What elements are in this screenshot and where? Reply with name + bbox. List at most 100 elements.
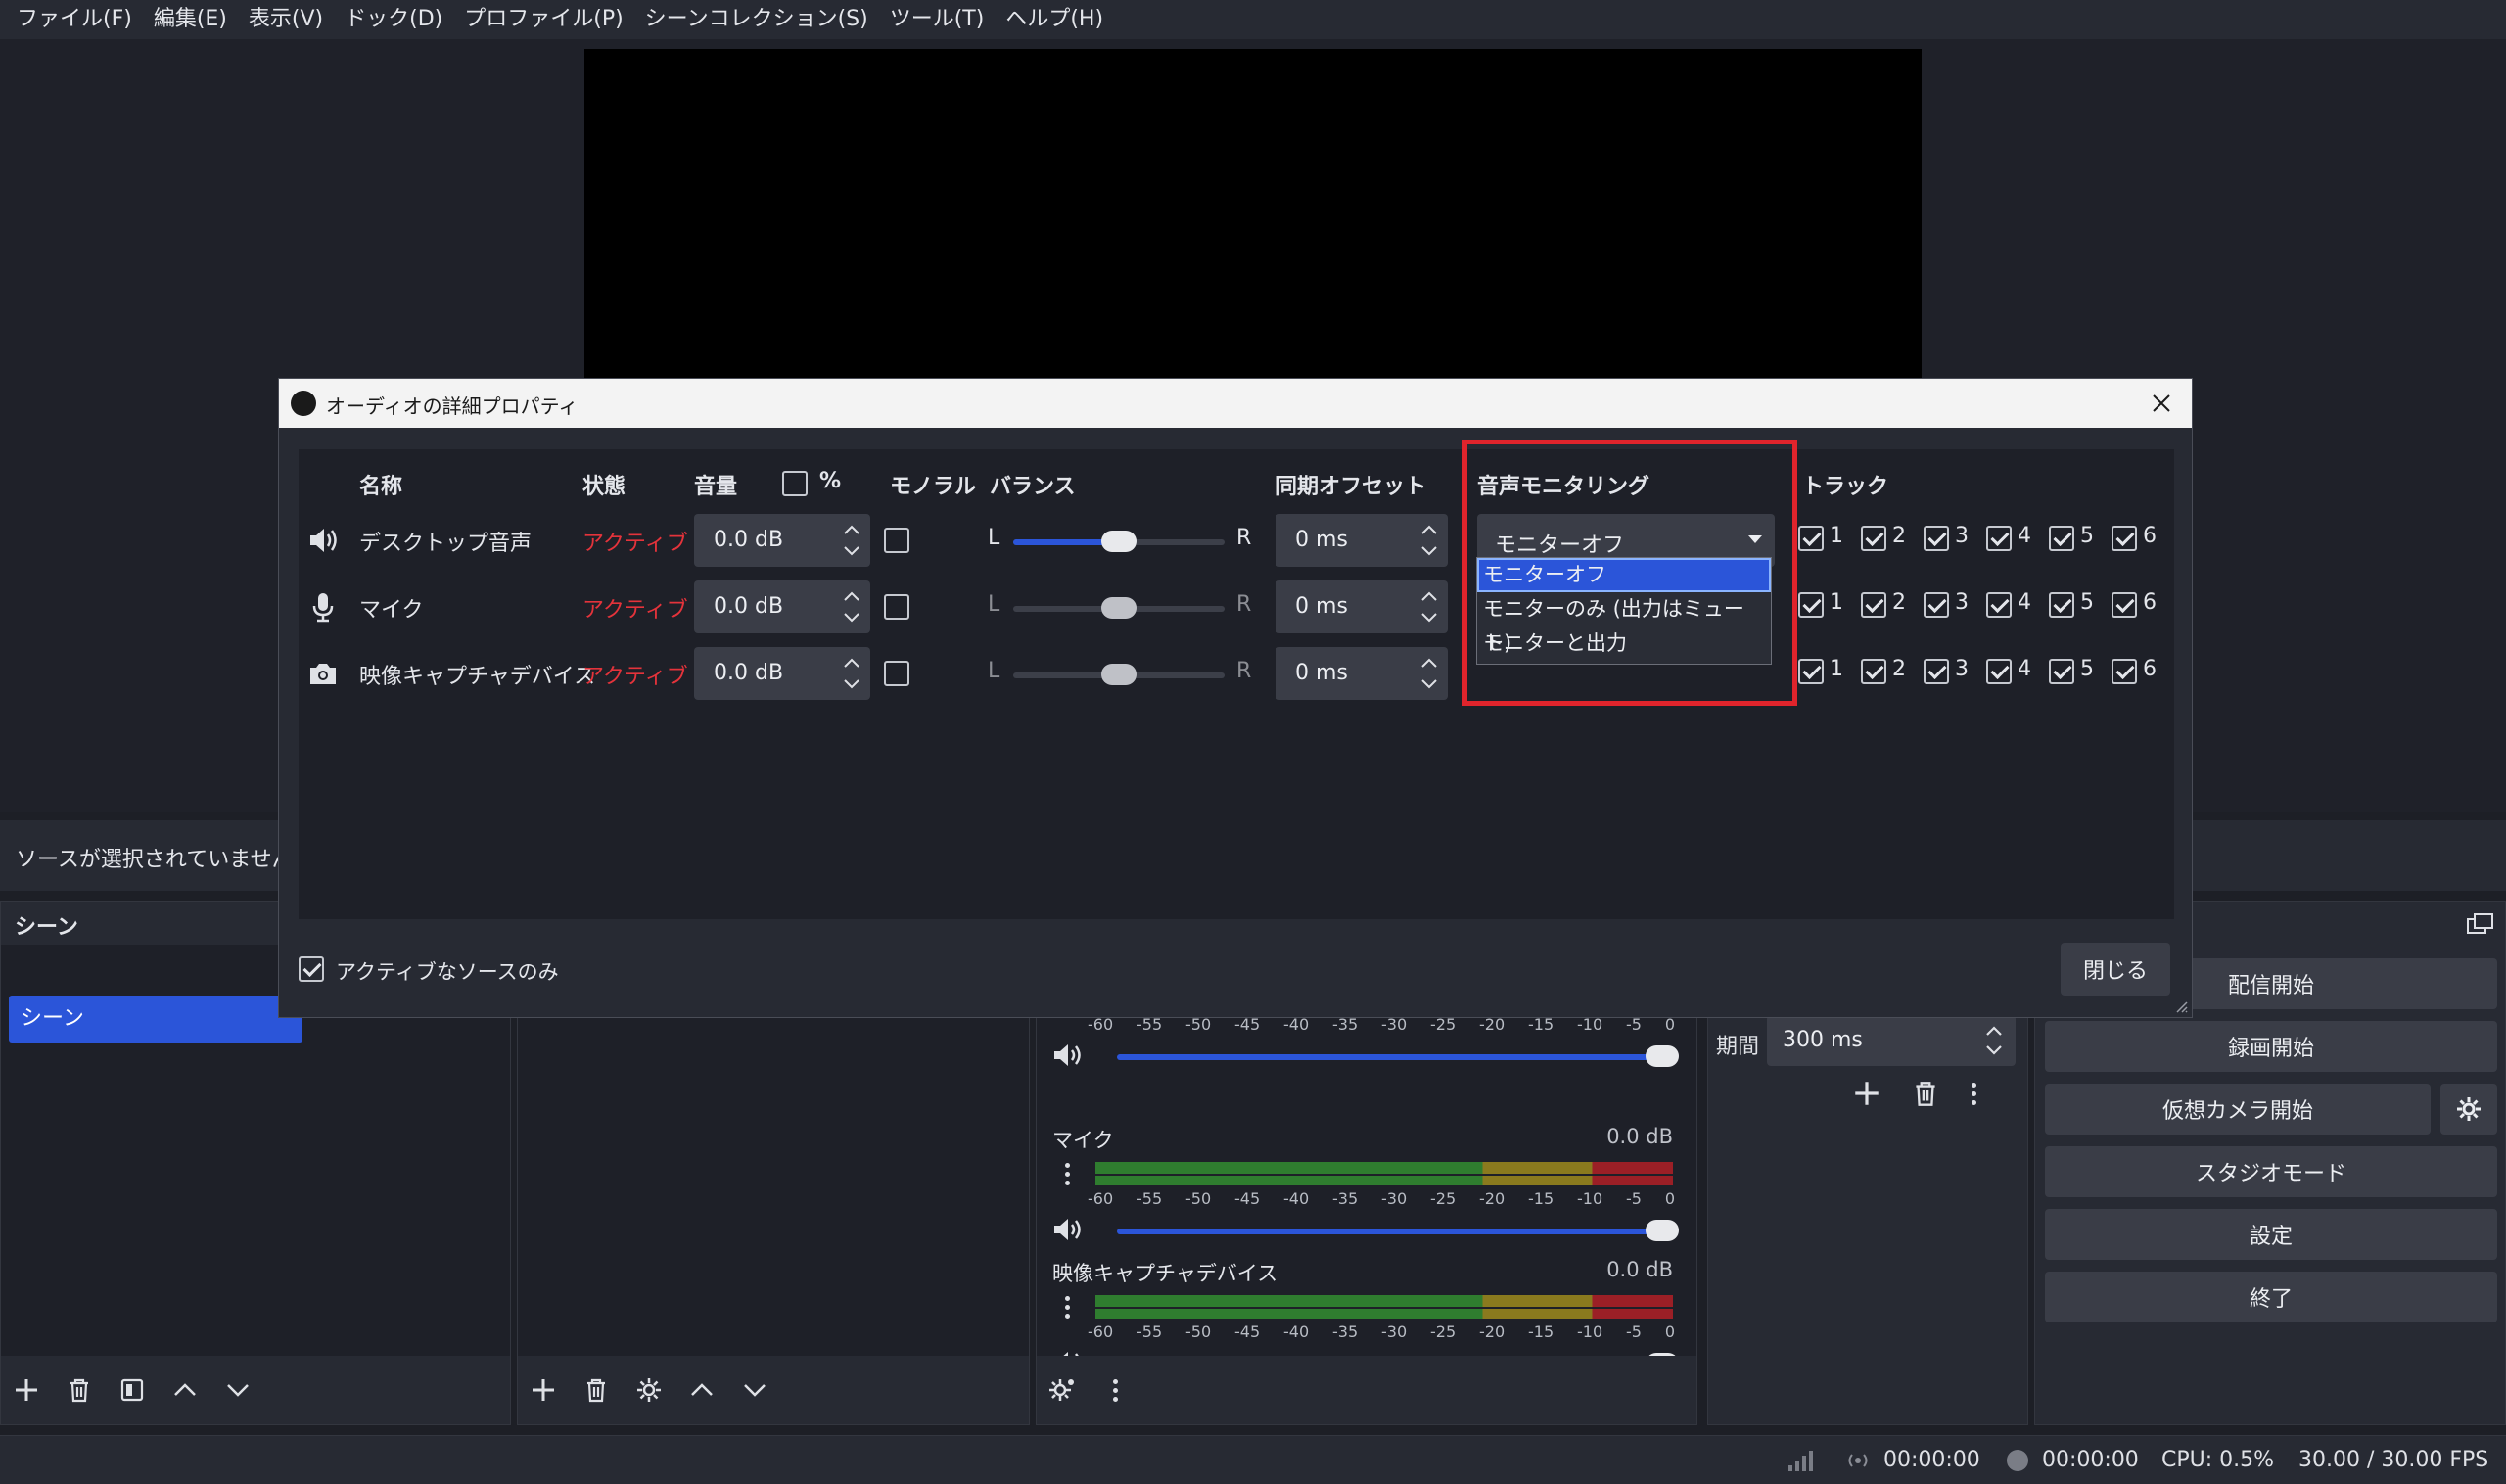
balance-slider[interactable]	[1013, 597, 1225, 619]
spinner-arrows-icon[interactable]	[841, 651, 862, 696]
track-checkbox[interactable]	[1986, 592, 2012, 618]
channel-menu-icon[interactable]	[1052, 1289, 1082, 1324]
close-button[interactable]: 閉じる	[2061, 943, 2170, 996]
audio-properties-table: 名称 状態 音量 % モノラル バランス 同期オフセット 音声モニタリング トラ…	[299, 449, 2174, 919]
track-checkbox[interactable]	[1798, 659, 1824, 684]
track-checkbox[interactable]	[2049, 659, 2074, 684]
virtual-camera-settings-button[interactable]	[2440, 1084, 2497, 1135]
fader-handle[interactable]	[1646, 1045, 1679, 1067]
track-number: 4	[2018, 657, 2031, 681]
menu-view[interactable]: 表示(V)	[238, 0, 334, 39]
track-checkbox[interactable]	[1798, 592, 1824, 618]
scene-filter-button[interactable]	[116, 1374, 148, 1406]
mono-checkbox[interactable]	[884, 528, 909, 553]
speaker-icon[interactable]	[1050, 1215, 1084, 1244]
volume-input[interactable]: 0.0 dB	[694, 580, 870, 633]
menu-file[interactable]: ファイル(F)	[6, 0, 143, 39]
cpu-usage: CPU: 0.5%	[2161, 1448, 2275, 1472]
advanced-audio-button[interactable]	[1046, 1374, 1078, 1406]
close-icon[interactable]	[2147, 389, 2176, 418]
track-checkbox[interactable]	[1861, 659, 1886, 684]
mono-checkbox[interactable]	[884, 661, 909, 686]
balance-handle[interactable]	[1101, 531, 1137, 552]
header-mono: モノラル	[890, 475, 977, 499]
source-status: アクティブ	[582, 598, 688, 623]
move-scene-down-button[interactable]	[222, 1374, 254, 1406]
dock-float-icon[interactable]	[2466, 911, 2495, 937]
settings-button[interactable]: 設定	[2045, 1209, 2497, 1260]
track-checkbox[interactable]	[1861, 526, 1886, 551]
active-sources-only-checkbox[interactable]	[299, 956, 324, 982]
spinner-arrows-icon[interactable]	[1982, 1017, 2006, 1064]
kebab-menu-icon[interactable]	[1959, 1076, 1988, 1111]
track-number: 5	[2080, 524, 2094, 548]
balance-handle[interactable]	[1101, 597, 1137, 619]
spinner-arrows-icon[interactable]	[841, 584, 862, 629]
track-checkbox[interactable]	[1924, 526, 1949, 551]
speaker-icon[interactable]	[1050, 1041, 1084, 1070]
source-properties-button[interactable]	[633, 1374, 665, 1406]
add-source-button[interactable]	[528, 1374, 559, 1406]
menu-edit[interactable]: 編集(E)	[143, 0, 238, 39]
kebab-menu-icon	[1100, 1372, 1130, 1408]
balance-slider[interactable]	[1013, 664, 1225, 685]
track-checkbox[interactable]	[1861, 592, 1886, 618]
active-sources-only-label: アクティブなソースのみ	[336, 960, 559, 984]
track-checkbox[interactable]	[2112, 592, 2137, 618]
track-checkbox[interactable]	[2112, 526, 2137, 551]
audio-row-desktop: デスクトップ音声 アクティブ 0.0 dB L R 0 ms モニターオフ 1 …	[299, 510, 2174, 571]
level-meter	[1095, 1309, 1673, 1319]
channel-db: 0.0 dB	[1606, 1125, 1673, 1148]
volume-input[interactable]: 0.0 dB	[694, 514, 870, 567]
start-recording-button[interactable]: 録画開始	[2045, 1021, 2497, 1072]
menu-profile[interactable]: プロファイル(P)	[453, 0, 633, 39]
plus-icon[interactable]	[1851, 1078, 1882, 1109]
add-scene-button[interactable]	[11, 1374, 42, 1406]
spinner-arrows-icon[interactable]	[1418, 651, 1440, 696]
scene-list-item[interactable]: シーン	[9, 996, 302, 1043]
track-checkbox[interactable]	[2112, 659, 2137, 684]
tick: -50	[1185, 1322, 1212, 1341]
move-scene-up-button[interactable]	[169, 1374, 201, 1406]
percent-checkbox[interactable]	[782, 471, 808, 496]
trash-icon[interactable]	[1910, 1078, 1941, 1109]
sync-offset-input[interactable]: 0 ms	[1276, 514, 1448, 567]
track-checkbox[interactable]	[1924, 592, 1949, 618]
mixer-menu-button[interactable]	[1099, 1374, 1131, 1406]
track-number: 1	[1830, 657, 1843, 681]
mono-checkbox[interactable]	[884, 594, 909, 620]
track-checkbox[interactable]	[1924, 659, 1949, 684]
menu-dock[interactable]: ドック(D)	[334, 0, 453, 39]
move-source-up-button[interactable]	[686, 1374, 718, 1406]
volume-fader[interactable]	[1117, 1045, 1679, 1067]
resize-grip-icon[interactable]	[2174, 999, 2188, 1013]
studio-mode-button[interactable]: スタジオモード	[2045, 1146, 2497, 1197]
balance-handle[interactable]	[1101, 664, 1137, 685]
volume-fader[interactable]	[1117, 1220, 1679, 1241]
menu-tools[interactable]: ツール(T)	[879, 0, 996, 39]
spinner-arrows-icon[interactable]	[841, 518, 862, 563]
spinner-arrows-icon[interactable]	[1418, 518, 1440, 563]
track-checkbox[interactable]	[1986, 659, 2012, 684]
track-number: 6	[2143, 590, 2157, 615]
start-virtual-camera-button[interactable]: 仮想カメラ開始	[2045, 1084, 2431, 1135]
menu-help[interactable]: ヘルプ(H)	[995, 0, 1114, 39]
track-checkbox[interactable]	[1986, 526, 2012, 551]
remove-scene-button[interactable]	[64, 1374, 95, 1406]
track-checkbox[interactable]	[2049, 526, 2074, 551]
volume-input[interactable]: 0.0 dB	[694, 647, 870, 700]
exit-button[interactable]: 終了	[2045, 1272, 2497, 1322]
balance-slider[interactable]	[1013, 531, 1225, 552]
sync-offset-input[interactable]: 0 ms	[1276, 647, 1448, 700]
remove-source-button[interactable]	[580, 1374, 612, 1406]
track-checkbox[interactable]	[2049, 592, 2074, 618]
move-source-down-button[interactable]	[739, 1374, 770, 1406]
duration-input[interactable]: 300 ms	[1767, 1015, 2016, 1066]
channel-menu-icon[interactable]	[1052, 1156, 1082, 1191]
sync-offset-input[interactable]: 0 ms	[1276, 580, 1448, 633]
track-number: 3	[1955, 524, 1969, 548]
track-checkbox[interactable]	[1798, 526, 1824, 551]
menu-scene-collection[interactable]: シーンコレクション(S)	[634, 0, 879, 39]
spinner-arrows-icon[interactable]	[1418, 584, 1440, 629]
fader-handle[interactable]	[1646, 1220, 1679, 1241]
